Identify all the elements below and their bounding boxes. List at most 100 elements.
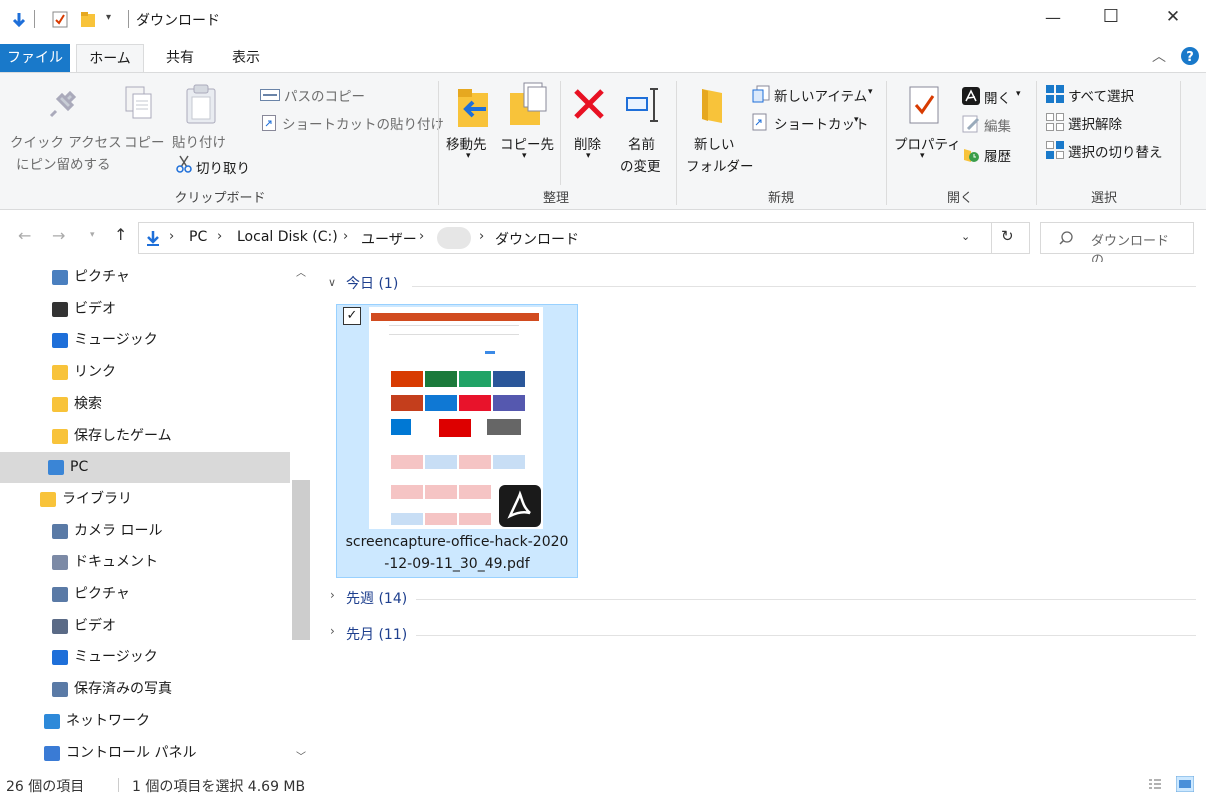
scroll-up-icon[interactable]: ︿ xyxy=(296,264,306,279)
move-to-dropdown-icon[interactable]: ▾ xyxy=(466,151,471,161)
nav-item[interactable]: カメラ ロール xyxy=(0,516,290,547)
shortcut-dropdown-icon[interactable]: ▾ xyxy=(854,115,859,125)
group-expanded-chevron-icon[interactable]: ∨ xyxy=(328,276,336,289)
paste-shortcut-icon[interactable] xyxy=(262,115,276,131)
properties-quick-icon[interactable] xyxy=(52,11,68,28)
group-header-today[interactable]: 今日 (1) xyxy=(346,273,398,295)
item-checkbox[interactable]: ✓ xyxy=(343,307,361,325)
delete-icon[interactable] xyxy=(572,87,606,121)
breadcrumb-pc[interactable]: PC xyxy=(189,229,207,245)
breadcrumb-username-blurred[interactable] xyxy=(437,227,471,249)
nav-item[interactable]: PC xyxy=(0,452,290,484)
history-icon[interactable] xyxy=(962,145,980,163)
rename-label2[interactable]: の変更 xyxy=(620,155,661,175)
file-name[interactable]: screencapture-office-hack-2020 -12-09-11… xyxy=(337,531,577,575)
nav-item[interactable]: ライブラリ xyxy=(0,484,290,515)
back-button[interactable]: ← xyxy=(18,226,31,245)
new-folder-icon[interactable] xyxy=(698,87,726,125)
search-box[interactable]: ダウンロードの... xyxy=(1040,222,1194,268)
select-none-label[interactable]: 選択解除 xyxy=(1068,113,1122,133)
nav-item[interactable]: 保存したゲーム xyxy=(0,421,290,452)
refresh-icon[interactable]: ↻ xyxy=(1001,227,1014,245)
edit-icon[interactable] xyxy=(962,115,980,133)
move-to-icon[interactable] xyxy=(456,85,492,129)
properties-icon[interactable] xyxy=(906,85,942,125)
breadcrumb-local-disk[interactable]: Local Disk (C:) xyxy=(237,229,338,245)
customize-quick-access-icon[interactable]: ▾ xyxy=(106,12,111,23)
group-header-last-month[interactable]: 先月 (11) xyxy=(346,624,407,646)
forward-button[interactable]: → xyxy=(52,226,65,245)
file-tile-pdf[interactable]: ✓ screencapture-office-hack-2020 -12-09-… xyxy=(336,304,578,578)
properties-label[interactable]: プロパティ xyxy=(894,133,961,153)
new-folder-quick-icon[interactable] xyxy=(80,11,96,28)
paste-icon[interactable] xyxy=(184,83,218,125)
group-collapsed-chevron-icon[interactable]: › xyxy=(330,588,335,602)
minimize-button[interactable]: — xyxy=(1030,8,1076,32)
select-all-icon[interactable] xyxy=(1046,85,1064,103)
copy-path-icon[interactable] xyxy=(260,89,280,101)
open-label[interactable]: 開く xyxy=(984,87,1011,107)
up-button[interactable]: ↑ xyxy=(114,225,127,244)
pin-quick-access-label2[interactable]: にピン留めする xyxy=(16,153,111,173)
new-folder-label1[interactable]: 新しい xyxy=(694,133,735,153)
breadcrumb-downloads[interactable]: ダウンロード xyxy=(495,229,579,249)
select-all-label[interactable]: すべて選択 xyxy=(1068,85,1134,105)
group-collapsed-chevron-icon[interactable]: › xyxy=(330,624,335,638)
cut-icon[interactable] xyxy=(176,155,192,173)
help-icon[interactable]: ? xyxy=(1180,46,1200,66)
close-button[interactable]: ✕ xyxy=(1150,7,1196,33)
nav-item[interactable]: ピクチャ xyxy=(0,262,290,293)
tab-file[interactable]: ファイル xyxy=(0,44,70,72)
breadcrumb-separator-icon[interactable]: › xyxy=(217,229,222,244)
copy-to-label[interactable]: コピー先 xyxy=(500,133,554,153)
delete-label[interactable]: 削除 xyxy=(574,133,601,153)
copy-to-dropdown-icon[interactable]: ▾ xyxy=(522,151,527,161)
new-item-label[interactable]: 新しいアイテム xyxy=(774,85,867,105)
invert-selection-icon[interactable] xyxy=(1046,141,1064,159)
paste-shortcut-label[interactable]: ショートカットの貼り付け xyxy=(282,113,444,133)
shortcut-icon[interactable] xyxy=(752,113,768,131)
copy-label[interactable]: コピー xyxy=(124,131,165,151)
pin-icon[interactable] xyxy=(48,89,78,119)
nav-item[interactable]: ビデオ xyxy=(0,294,290,325)
paste-label[interactable]: 貼り付け xyxy=(172,131,226,151)
breadcrumb-separator-icon[interactable]: › xyxy=(169,229,174,244)
nav-item[interactable]: 検索 xyxy=(0,389,290,420)
nav-item[interactable]: コントロール パネル xyxy=(0,738,290,769)
properties-dropdown-icon[interactable]: ▾ xyxy=(920,151,925,161)
edit-label[interactable]: 編集 xyxy=(984,115,1011,135)
delete-dropdown-icon[interactable]: ▾ xyxy=(586,151,591,161)
new-item-icon[interactable] xyxy=(752,85,770,103)
breadcrumb-separator-icon[interactable]: › xyxy=(479,229,484,244)
tab-view[interactable]: 表示 xyxy=(218,44,274,72)
nav-scrollbar[interactable]: ︿ ﹀ xyxy=(292,262,310,770)
rename-icon[interactable] xyxy=(624,87,664,123)
download-arrow-icon[interactable] xyxy=(10,11,28,29)
maximize-button[interactable]: ☐ xyxy=(1088,6,1134,32)
new-folder-label2[interactable]: フォルダー xyxy=(686,155,754,175)
pin-quick-access-label1[interactable]: クイック アクセス xyxy=(10,131,122,151)
new-item-dropdown-icon[interactable]: ▾ xyxy=(868,87,873,97)
nav-scroll-thumb[interactable] xyxy=(292,480,310,640)
copy-icon[interactable] xyxy=(124,85,154,121)
nav-item[interactable]: ミュージック xyxy=(0,325,290,356)
invert-selection-label[interactable]: 選択の切り替え xyxy=(1068,141,1163,161)
cut-label[interactable]: 切り取り xyxy=(196,157,250,177)
details-view-icon[interactable] xyxy=(1148,778,1162,792)
breadcrumb-separator-icon[interactable]: › xyxy=(343,229,348,244)
large-icons-view-icon[interactable] xyxy=(1176,776,1194,792)
nav-item[interactable]: ビデオ xyxy=(0,611,290,642)
tab-share[interactable]: 共有 xyxy=(152,44,208,72)
nav-item[interactable]: ミュージック xyxy=(0,642,290,673)
recent-locations-button[interactable]: ▾ xyxy=(90,230,95,240)
nav-item[interactable]: 保存済みの写真 xyxy=(0,674,290,705)
nav-item[interactable]: ネットワーク xyxy=(0,706,290,737)
scroll-down-icon[interactable]: ﹀ xyxy=(296,748,306,763)
nav-item[interactable]: リンク xyxy=(0,357,290,388)
nav-item[interactable]: ドキュメント xyxy=(0,547,290,578)
copy-path-label[interactable]: パスのコピー xyxy=(284,85,365,105)
move-to-label[interactable]: 移動先 xyxy=(446,133,487,153)
address-bar[interactable]: › PC › Local Disk (C:) › ユーザー › › ダウンロード… xyxy=(138,222,1030,254)
select-none-icon[interactable] xyxy=(1046,113,1064,131)
history-label[interactable]: 履歴 xyxy=(984,145,1011,165)
